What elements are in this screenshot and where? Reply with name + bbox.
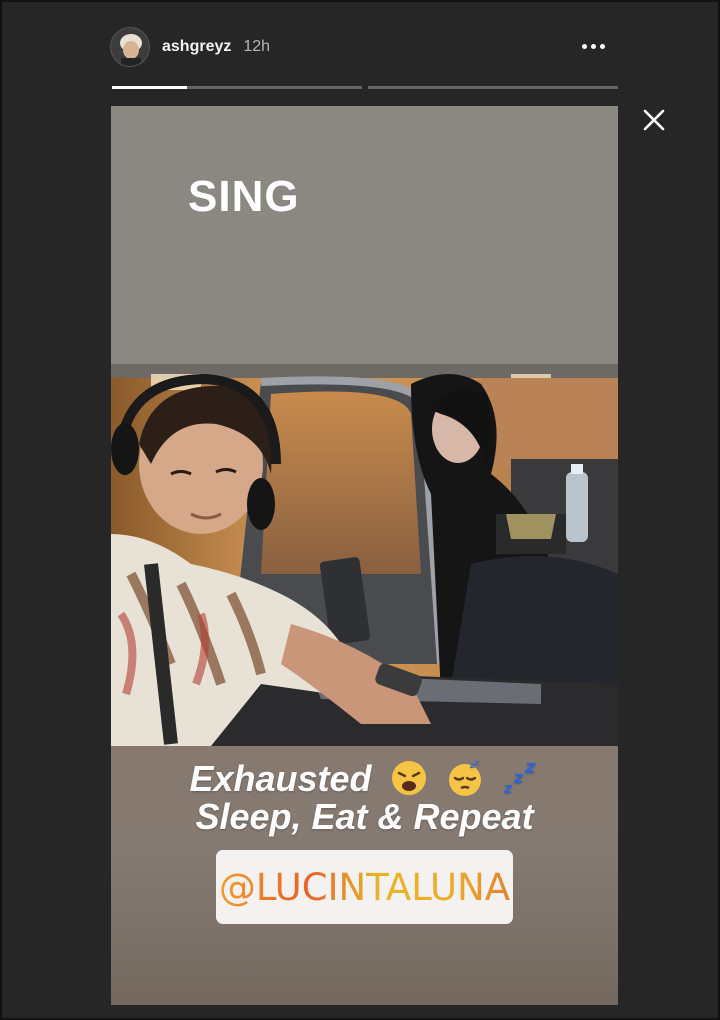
progress-fill [112, 86, 187, 89]
progress-segment-2 [368, 86, 618, 89]
more-dot-icon [581, 43, 587, 49]
svg-text:z: z [524, 759, 536, 778]
svg-text:z: z [474, 759, 480, 767]
story-content[interactable]: SING Exhausted z z z z z Sleep, Eat & Re… [111, 106, 618, 1005]
progress-segment-1 [112, 86, 362, 89]
story-top-area: SING [111, 106, 618, 364]
avatar[interactable] [110, 27, 150, 67]
story-photo [111, 364, 618, 746]
mention-sticker[interactable]: @LUCINTALUNA [216, 850, 513, 924]
zzz-emoji-icon: z z z [503, 759, 536, 797]
story-caption: Exhausted z z z z z Sleep, Eat & Repeat … [111, 746, 618, 1005]
close-button[interactable] [640, 106, 668, 134]
caption-line-2: Sleep, Eat & Repeat [195, 796, 534, 837]
close-icon [643, 109, 665, 131]
weary-face-emoji-icon [391, 761, 426, 795]
svg-text:z: z [503, 781, 513, 797]
svg-text:z: z [513, 768, 524, 787]
story-header: ashgreyz 12h [110, 24, 618, 70]
more-dot-icon [590, 43, 596, 49]
username[interactable]: ashgreyz [162, 38, 231, 56]
story-progress [112, 86, 618, 89]
caption-line-1-text: Exhausted [189, 758, 372, 799]
more-dot-icon [599, 43, 605, 49]
more-options-button[interactable] [578, 34, 608, 58]
mention-text: @LUCINTALUNA [218, 865, 511, 909]
story-title-text: SING [188, 172, 300, 221]
timestamp: 12h [243, 38, 271, 55]
sleepy-face-emoji-icon: z z [448, 759, 481, 796]
caption-line-1: Exhausted z z z z z [111, 758, 618, 800]
